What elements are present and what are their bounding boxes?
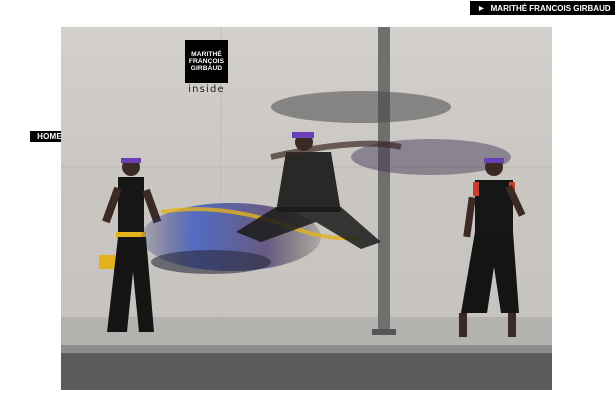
- play-arrow-icon: ▶: [479, 5, 484, 12]
- sidewalk: [61, 317, 552, 347]
- logo-subtitle: inside: [188, 84, 225, 95]
- road: [61, 353, 552, 390]
- brand-logo: MARITHÉ FRANÇOIS GIRBAUD: [185, 40, 228, 83]
- logo-line-2: FRANÇOIS: [188, 58, 225, 65]
- home-link-label: HOME: [37, 132, 62, 141]
- brand-link[interactable]: ▶ MARITHÉ FRANCOIS GIRBAUD: [470, 1, 615, 15]
- street-pole: [378, 27, 390, 334]
- logo-line-3: GIRBAUD: [190, 65, 223, 72]
- hero-image: MARITHÉ FRANÇOIS GIRBAUD inside: [61, 27, 552, 390]
- logo-line-1: MARITHÉ: [191, 51, 222, 58]
- street-scene-photo: [61, 27, 552, 390]
- brand-link-label: MARITHÉ FRANCOIS GIRBAUD: [490, 3, 611, 13]
